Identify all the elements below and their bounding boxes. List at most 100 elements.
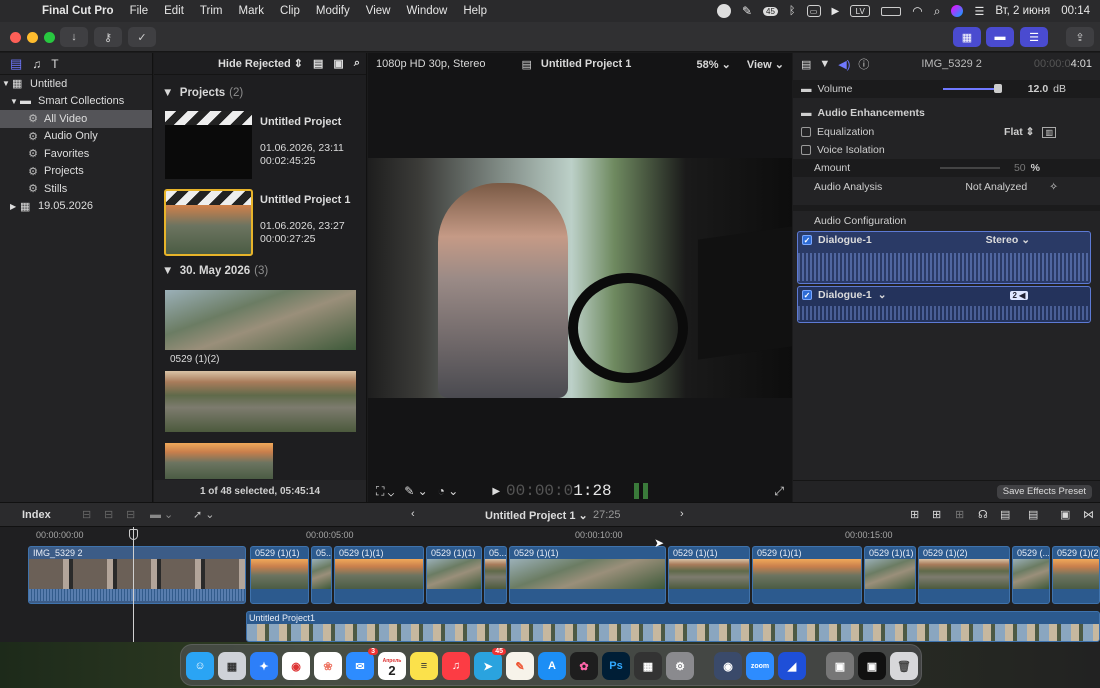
audio-component-track[interactable]: ✓ Dialogue-1 Stereo ⌄ [797,231,1091,284]
save-effects-preset-button[interactable]: Save Effects Preset [996,485,1092,499]
amount-slider[interactable] [939,167,1000,169]
background-tasks-button[interactable]: ✓ [128,27,156,47]
clip-filmstrip[interactable] [165,290,356,350]
trash-icon[interactable]: 🗑 [890,652,918,680]
playhead-line[interactable] [133,527,134,642]
menu-view[interactable]: View [358,5,399,17]
sidebar-item-projects[interactable]: ⚙ Projects [0,163,152,181]
event-row[interactable]: ▶ ▦ 19.05.2026 [0,198,152,216]
app-menu[interactable]: Final Cut Pro [40,5,122,17]
import-button[interactable]: ↓ [60,27,88,47]
event-section-header[interactable]: ▼ 30. May 2026 (3) [162,265,268,277]
insert-edit-icon[interactable]: ⊟ [104,508,113,521]
disclosure-open-icon[interactable]: ▼ [10,97,20,106]
transform-tool-icon[interactable]: ⛶ ⌄ [376,484,394,499]
menu-trim[interactable]: Trim [192,5,231,17]
audio-skimming-icon[interactable]: ⊞ [910,508,919,521]
snapping-icon[interactable]: ⊞ [955,508,964,521]
volume-slider[interactable] [942,84,1002,93]
siri-icon[interactable] [951,5,964,17]
wifi-icon[interactable]: ◠ [912,4,922,18]
track-enable-checkbox[interactable]: ✓ [802,235,812,245]
show-inspector-button[interactable]: ☰ [1020,27,1048,47]
display-icon[interactable]: ▭ [806,5,821,17]
effects-browser-icon[interactable]: ▣ [1060,508,1070,521]
video-frame[interactable] [368,158,792,398]
append-edit-icon[interactable]: ⊟ [126,508,135,521]
skimming-icon[interactable]: ⊞ [932,508,941,521]
volume-slider-thumb[interactable] [993,84,1002,93]
safari-icon[interactable]: ✦ [250,652,278,680]
libraries-tab-icon[interactable]: ▤ [10,56,22,72]
equalization-checkbox[interactable] [801,127,811,137]
timeline-view-icon[interactable]: ▤ [1028,508,1038,521]
final-cut-pro-icon[interactable]: ▦ [634,652,662,680]
history-forward-icon[interactable]: › [680,508,684,520]
finder-icon[interactable]: ☺ [186,652,214,680]
chevron-down-icon[interactable]: ⌄ [878,289,887,301]
telegram-icon[interactable]: ➤ 45 [474,648,506,680]
timeline-clip[interactable]: 0529 (1)(1) [509,546,666,604]
amount-value[interactable]: 50 [1014,162,1026,174]
music-icon[interactable]: ♫ [442,652,470,680]
disk-utility-icon[interactable]: ◉ [714,652,742,680]
menu-clip[interactable]: Clip [272,5,308,17]
menu-file[interactable]: File [122,5,157,17]
photos-audio-tab-icon[interactable]: ♫ [32,57,41,71]
figma-icon[interactable]: ✿ [570,652,598,680]
app-store-icon[interactable]: A [538,652,566,680]
menu-help[interactable]: Help [455,5,495,17]
system-settings-icon[interactable]: ⚙ [666,652,694,680]
menu-mark[interactable]: Mark [230,5,272,17]
smart-collections-row[interactable]: ▼ ▬ Smart Collections [0,93,152,111]
spotlight-icon[interactable]: ⌕ [934,4,941,19]
control-center-icon[interactable]: ☰ [974,5,984,18]
minimize-window-button[interactable] [27,32,38,43]
mail-icon[interactable]: ✉ 3 [346,648,378,680]
photoshop-icon[interactable]: Ps [602,652,630,680]
speed-tool-icon[interactable]: ◔ ⌄ [438,484,459,498]
select-tool-icon[interactable]: ➚ ⌄ [193,508,215,521]
video-inspector-icon[interactable]: ▤ [801,58,811,71]
library-row[interactable]: ▼ ▦ Untitled [0,75,152,93]
close-window-button[interactable] [10,32,21,43]
primary-clip[interactable]: IMG_5329 2 [28,546,246,604]
menu-edit[interactable]: Edit [156,5,192,17]
menubar-date[interactable]: Вт, 2 июня [995,5,1050,17]
zoom-window-button[interactable] [44,32,55,43]
channel-mode-popup[interactable]: Stereo ⌄ [986,234,1030,246]
project-thumbnail[interactable] [165,111,252,179]
timeline-clip[interactable]: 0529 (1)(2) [1052,546,1100,604]
timeline-ruler[interactable]: 00:00:00:00 00:00:05:00 00:00:10:00 00:0… [0,527,1100,544]
menubar-time[interactable]: 00:14 [1061,5,1090,17]
play-status-icon[interactable]: ▶ [832,6,840,17]
clip-filmstrip[interactable] [165,371,356,432]
analyze-wand-icon[interactable]: ✧ [1049,181,1058,193]
audio-inspector-icon[interactable]: ◀) [838,58,850,71]
battery-icon[interactable] [881,6,902,16]
filmstrip-view-icon[interactable]: ▣ [333,57,343,70]
disclosure-open-icon[interactable]: ▼ [2,79,12,88]
fullscreen-icon[interactable]: ⤢ [774,484,784,499]
sidebar-item-favorites[interactable]: ⚙ Favorites [0,145,152,163]
sidebar-item-audio-only[interactable]: ⚙ Audio Only [0,128,152,146]
timeline-clip[interactable]: 0529 (... [1012,546,1050,604]
timeline-clip[interactable]: 05... [311,546,332,604]
transitions-browser-icon[interactable]: ⋈ [1083,508,1094,521]
sidebar-item-stills[interactable]: ⚙ Stills [0,180,152,198]
sidebar-item-all-video[interactable]: ⚙ All Video [0,110,152,128]
zoom-popup[interactable]: 58% ⌄ [697,58,731,71]
audio-component-track[interactable]: ✓ Dialogue-1 ⌄ 2 ◀ [797,286,1091,323]
menu-modify[interactable]: Modify [308,5,358,17]
photos-icon[interactable]: ❀ [314,652,342,680]
section-toggle-icon[interactable]: ▬ [801,83,812,95]
volume-value[interactable]: 12.0 [1028,83,1048,95]
track-enable-checkbox[interactable]: ✓ [802,290,812,300]
status-app-icon[interactable] [716,4,731,18]
disclosure-closed-icon[interactable]: ▶ [10,202,20,211]
section-toggle-icon[interactable]: ▬ [801,107,812,119]
status-tool-icon[interactable]: ✎ [742,4,752,18]
eq-graph-icon[interactable]: ▥ [1042,126,1056,138]
color-inspector-icon[interactable]: ▼ [819,58,830,70]
bluetooth-icon[interactable]: ᛒ [789,5,796,17]
